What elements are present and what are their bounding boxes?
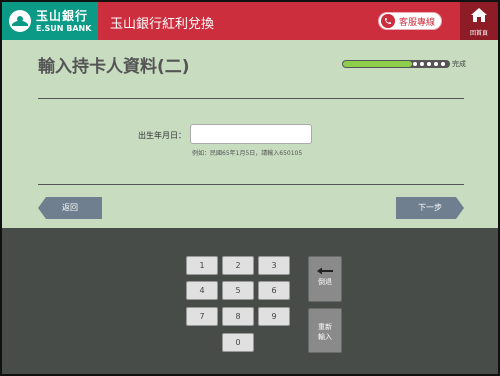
bottom-divider xyxy=(38,184,464,185)
back-button[interactable]: 返回 xyxy=(38,197,102,219)
app-title: 玉山銀行紅利兌換 xyxy=(110,17,215,32)
keypad-key-3[interactable]: 3 xyxy=(258,256,290,275)
reset-label-line-1: 重新 xyxy=(318,323,332,331)
home-icon xyxy=(471,8,487,22)
reset-label-line-2: 輸入 xyxy=(318,333,332,341)
home-button[interactable]: 回首頁 xyxy=(460,2,498,40)
esun-logo-icon xyxy=(9,10,31,32)
keypad-panel: 1 2 3 4 5 6 7 8 9 0 倒退 重新 輸入 xyxy=(2,228,498,374)
phone-icon xyxy=(381,14,395,28)
logo-english-text: E.SUN BANK xyxy=(36,24,92,33)
keypad-key-5[interactable]: 5 xyxy=(222,281,254,300)
keypad-key-4[interactable]: 4 xyxy=(186,281,218,300)
keypad-key-1[interactable]: 1 xyxy=(186,256,218,275)
keypad-key-9[interactable]: 9 xyxy=(258,307,290,326)
logo-chinese-text: 玉山銀行 xyxy=(36,9,89,23)
keypad-key-0[interactable]: 0 xyxy=(222,333,254,352)
birthdate-input[interactable] xyxy=(190,124,312,144)
keypad-key-6[interactable]: 6 xyxy=(258,281,290,300)
keypad-key-8[interactable]: 8 xyxy=(222,307,254,326)
progress-fill xyxy=(343,61,412,67)
customer-service-label: 客服專線 xyxy=(399,18,436,28)
screen-frame: 玉山銀行 E.SUN BANK 玉山銀行紅利兌換 客服專線 回首頁 輸入持卡人資… xyxy=(0,0,500,376)
birthdate-hint: 例如：民國65年1月5日，請輸入650105 xyxy=(192,150,303,157)
page-title: 輸入持卡人資料(二) xyxy=(38,57,190,77)
backspace-button[interactable]: 倒退 xyxy=(308,256,342,302)
progress-end-label: 完成 xyxy=(452,60,466,68)
next-step-button[interactable]: 下一步 xyxy=(396,197,464,219)
birthdate-label: 出生年月日： xyxy=(138,131,186,140)
app-header: 玉山銀行 E.SUN BANK 玉山銀行紅利兌換 客服專線 回首頁 xyxy=(2,2,498,40)
back-arrow-icon xyxy=(317,267,333,275)
esun-logo: 玉山銀行 E.SUN BANK xyxy=(2,2,98,40)
reset-input-button[interactable]: 重新 輸入 xyxy=(308,308,342,353)
progress-bar xyxy=(342,60,450,68)
backspace-label: 倒退 xyxy=(318,278,332,286)
top-divider xyxy=(38,98,464,99)
keypad-key-7[interactable]: 7 xyxy=(186,307,218,326)
customer-service-button[interactable]: 客服專線 xyxy=(378,12,442,30)
keypad-key-2[interactable]: 2 xyxy=(222,256,254,275)
home-label: 回首頁 xyxy=(469,30,488,37)
progress-remaining-steps xyxy=(413,62,445,66)
